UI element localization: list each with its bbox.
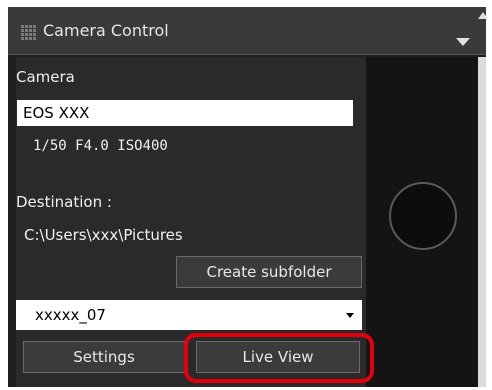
grip-icon[interactable]	[21, 25, 36, 40]
titlebar[interactable]: Camera Control	[8, 7, 488, 55]
destination-path: C:\Users\xxx\Pictures	[24, 226, 183, 244]
camera-model-field[interactable]: EOS XXX	[17, 100, 353, 126]
shutter-knob-icon[interactable]	[389, 182, 457, 250]
scroll-up-icon[interactable]	[478, 12, 488, 19]
live-view-button[interactable]: Live View	[196, 341, 360, 373]
scrollbar[interactable]	[478, 57, 486, 387]
exposure-status: 1/50 F4.0 ISO400	[33, 138, 168, 154]
destination-label: Destination :	[16, 193, 112, 211]
settings-button[interactable]: Settings	[23, 341, 185, 373]
dropdown-triangle-icon[interactable]	[456, 38, 470, 46]
camera-section-label: Camera	[16, 68, 75, 86]
create-subfolder-button[interactable]: Create subfolder	[176, 256, 362, 288]
chevron-down-icon[interactable]	[346, 313, 354, 318]
window-title: Camera Control	[43, 21, 169, 40]
subfolder-value: xxxxx_07	[35, 306, 106, 324]
subfolder-select[interactable]: xxxxx_07	[16, 300, 362, 330]
